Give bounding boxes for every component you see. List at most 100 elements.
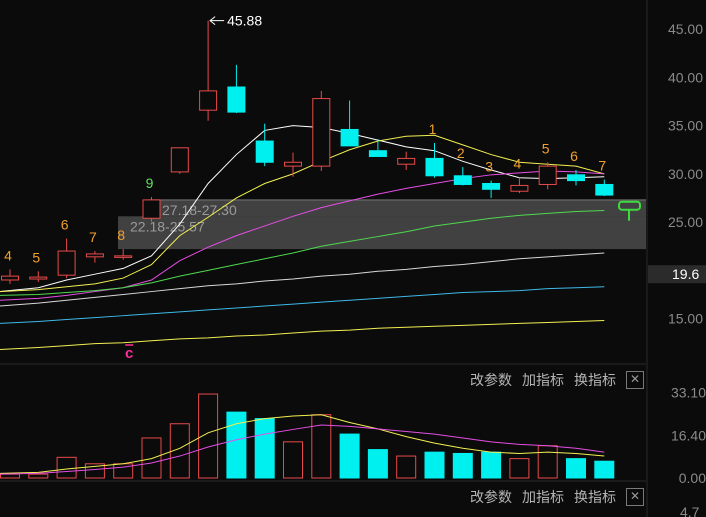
sequence-count-label: 9: [146, 175, 154, 191]
candle: [199, 20, 218, 121]
candle-body: [199, 90, 218, 111]
ma-line: [0, 320, 605, 350]
zone-label: 27.18-27.30: [162, 202, 237, 218]
candle: [538, 162, 557, 190]
candle: [1, 269, 19, 284]
sequence-count-label: 2: [457, 145, 465, 161]
volume-bar: [141, 437, 162, 479]
volume-tick-label: 33.10: [671, 384, 706, 400]
last-price-label: 19.6: [672, 266, 699, 282]
candle: [425, 142, 444, 178]
sequence-count-label: 7: [89, 229, 97, 245]
candle-body: [567, 174, 585, 182]
candle: [453, 167, 472, 186]
volume-bar: [537, 445, 558, 479]
candle: [397, 151, 416, 170]
candle: [142, 197, 161, 223]
max-value-label: 45.88: [227, 13, 262, 29]
volume-bar: [56, 456, 77, 479]
stock-chart: 27.18-27.3022.18-25.57 4 567 89123 45 6745.8…: [0, 0, 706, 517]
volume-tick-label: 16.40: [671, 428, 706, 444]
candle: [255, 123, 274, 167]
volume-bar: [254, 418, 275, 479]
candle-body: [453, 175, 472, 185]
volume-bar: [452, 452, 473, 479]
candle-body: [397, 157, 416, 165]
y-tick-label: 25.00: [668, 214, 703, 230]
sequence-count-label: 1: [429, 121, 437, 137]
volume-bar: [396, 455, 417, 479]
candle-body: [312, 98, 331, 167]
c-marker: c: [125, 345, 133, 362]
ma-line: [0, 252, 605, 307]
candle-body: [57, 250, 76, 276]
candle-body: [1, 275, 19, 281]
candle: [85, 251, 104, 263]
candle-body: [538, 165, 557, 185]
candle-body: [595, 183, 614, 196]
y-tick-label: 30.00: [668, 166, 703, 182]
y-axis: 45.0040.0035.0030.0025.0020.0015.0019.63…: [648, 21, 706, 517]
candle: [595, 179, 614, 197]
candle-body: [85, 253, 104, 258]
volume-bar: [283, 441, 303, 479]
volume-tick-label: 0.00: [679, 470, 706, 486]
candle-body: [425, 157, 444, 177]
y-tick-label: 15.00: [668, 311, 703, 327]
volume-bar: [339, 433, 360, 479]
candle-labels: 4 5 6 7 8 9 1 2 3 4 5 6 7 45.88 c: [4, 13, 641, 362]
candle: [284, 152, 302, 177]
candle-body: [29, 276, 48, 280]
sequence-count-label: 3: [485, 159, 493, 175]
bottom-partial-label: 4.7: [680, 504, 700, 517]
volume-bar: [367, 449, 388, 479]
volume-bar: [481, 451, 502, 479]
candle: [29, 271, 48, 282]
candle-body: [284, 161, 302, 167]
change-params-button-2[interactable]: 改参数: [470, 487, 512, 507]
candle-body: [368, 150, 387, 157]
volume-bar: [0, 473, 20, 479]
candle-body: [482, 183, 501, 190]
candle: [227, 64, 246, 114]
candle-body: [227, 86, 246, 113]
candle-body: [114, 255, 133, 258]
candle-body: [340, 128, 359, 147]
sequence-count-label: 4: [4, 247, 12, 263]
main-panel-buttons: 改参数 加指标 换指标 ✕: [470, 370, 644, 390]
add-indicator-button[interactable]: 加指标: [522, 370, 564, 390]
candle: [312, 90, 331, 171]
sequence-count-label: 6: [570, 148, 578, 164]
volume-bars: [0, 393, 615, 479]
switch-indicator-button-2[interactable]: 换指标: [574, 487, 616, 507]
volume-bar: [594, 460, 615, 479]
close-icon[interactable]: ✕: [626, 371, 644, 389]
candle: [57, 238, 76, 279]
candle: [482, 180, 501, 198]
candle: [170, 147, 189, 174]
y-tick-label: 40.00: [668, 69, 703, 85]
candle: [510, 177, 529, 194]
candle-body: [510, 184, 529, 192]
change-params-button[interactable]: 改参数: [470, 370, 512, 390]
y-tick-label: 35.00: [668, 118, 703, 134]
volume-bar: [509, 458, 530, 479]
close-icon-2[interactable]: ✕: [626, 488, 644, 506]
switch-indicator-button[interactable]: 换指标: [574, 370, 616, 390]
sequence-count-label: 5: [542, 140, 550, 156]
candle: [340, 100, 359, 147]
volume-bar: [28, 473, 49, 479]
volume-bar: [226, 411, 247, 479]
volume-bar: [311, 414, 332, 479]
sequence-count-label: 5: [32, 249, 40, 265]
y-tick-label: 45.00: [668, 21, 703, 37]
candle-body: [255, 140, 274, 163]
sequence-count-label: 6: [61, 216, 69, 232]
add-indicator-button-2[interactable]: 加指标: [522, 487, 564, 507]
candle-body: [170, 147, 189, 173]
candle-body: [142, 199, 161, 219]
candle: [114, 249, 133, 260]
sequence-count-label: 7: [598, 158, 606, 174]
sequence-count-label: 8: [117, 227, 125, 243]
volume-panel-buttons: 改参数 加指标 换指标 ✕: [470, 487, 644, 507]
